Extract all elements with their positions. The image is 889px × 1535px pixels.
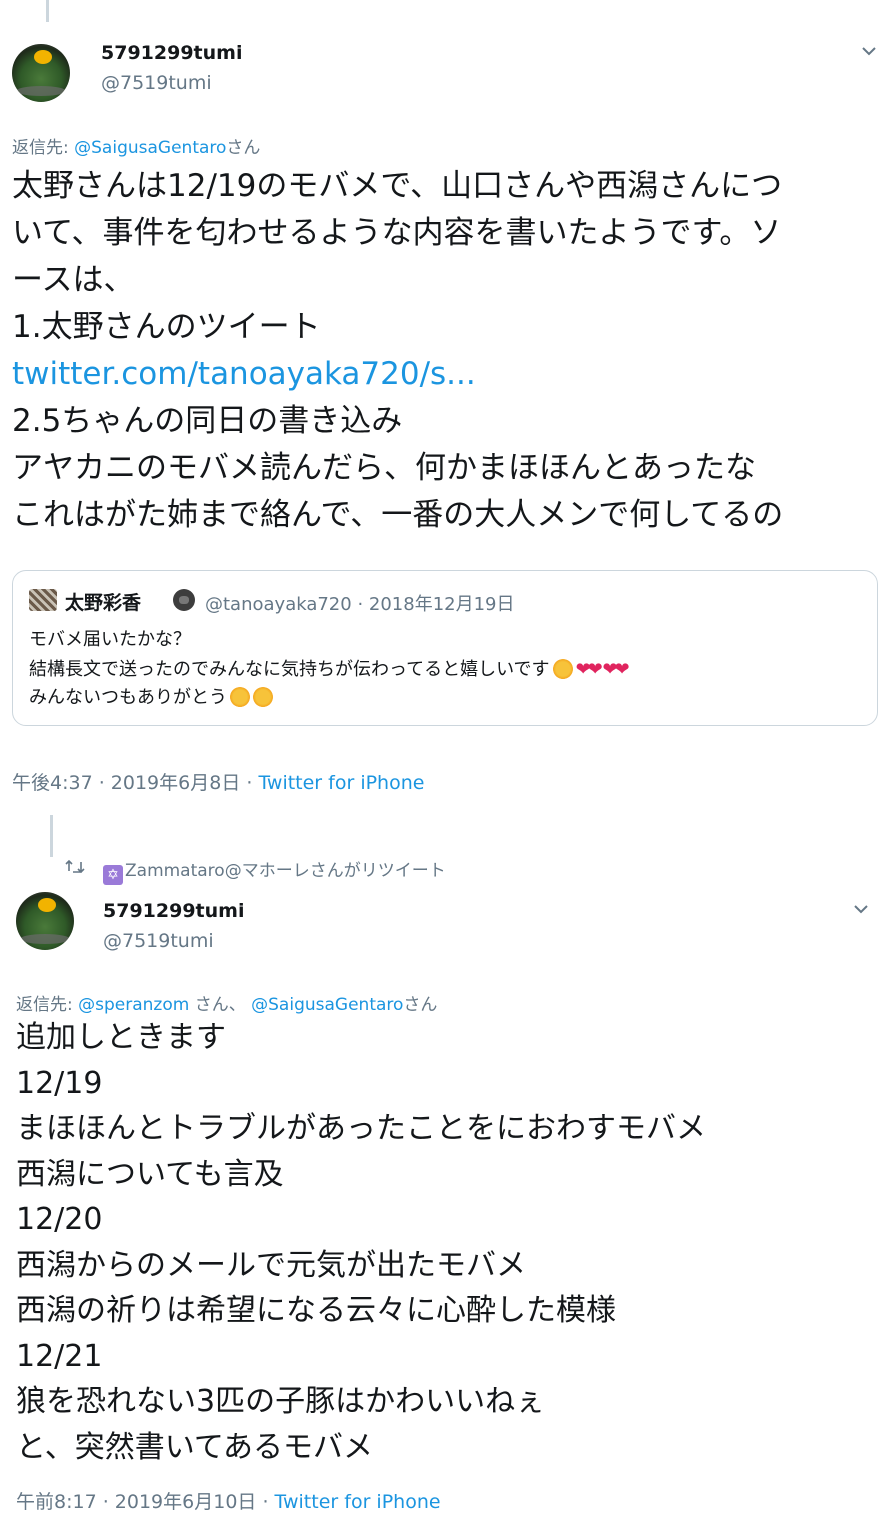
quote-text: モバメ届いたかな？: [29, 629, 191, 650]
tweet-timestamp: 午前8:17 · 2019年6月10日 · Twitter for iPhone: [16, 1487, 441, 1514]
tweet-body-line: 太野さんは12/19のモバメで、山口さんや西潟さんにつ: [12, 168, 783, 204]
chevron-down-icon[interactable]: [860, 42, 878, 60]
reply-prefix: 返信先:: [12, 138, 75, 158]
quote-meta: @tanoayaka720 · 2018年12月19日: [205, 594, 515, 615]
chevron-down-icon[interactable]: [852, 900, 870, 918]
display-name[interactable]: 5791299tumi: [103, 900, 244, 922]
reply-mid: さん、: [189, 995, 252, 1015]
tweet-body-line: 12/21: [16, 1338, 103, 1374]
tweet-body-line: 2.5ちゃんの同日の書き込み: [12, 403, 403, 439]
tweet-body-line: まほほんとトラブルがあったことをにおわすモバメ: [16, 1111, 706, 1146]
tweet-body-line: アヤカニのモバメ読んだら、何かまほほんとあったな: [12, 450, 756, 486]
tweet-link[interactable]: twitter.com/tanoayaka720/s...: [12, 351, 783, 398]
gorilla-emoji-icon: [173, 589, 195, 611]
avatar-plate: [16, 86, 66, 96]
reply-prefix: 返信先:: [16, 995, 79, 1015]
tweet-body-line: 西潟からのメールで元気が出たモバメ: [16, 1247, 526, 1283]
reply-suffix: さん: [403, 995, 438, 1015]
reply-to: 返信先: @speranzom さん、 @SaigusaGentaroさん: [16, 990, 437, 1015]
sun-emoji-icon: [230, 687, 250, 707]
tweet-body-line: と、突然書いてあるモバメ: [16, 1429, 373, 1465]
quote-text: みんないつもありがとう: [29, 687, 227, 708]
tweet-body-line: 追加しときます: [16, 1020, 226, 1055]
quote-text-line: 結構長文で送ったのでみんなに気持ちが伝わってると嬉しいです ❤❤ ❤❤: [29, 655, 630, 681]
quote-text-line: モバメ届いたかな？: [29, 625, 191, 651]
reply-mention[interactable]: @SaigusaGentaro: [74, 138, 226, 158]
tweet-timestamp: 午後4:37 · 2019年6月8日 · Twitter for iPhone: [12, 768, 424, 795]
tweet-body-line: いて、事件を匂わせるような内容を書いたようです。ソ: [12, 215, 782, 251]
tweet-body: 太野さんは12/19のモバメで、山口さんや西潟さんにつ いて、事件を匂わせるよう…: [12, 163, 783, 539]
tweet-body: 追加しときます 12/19 まほほんとトラブルがあったことをにおわすモバメ 西潟…: [16, 1015, 706, 1470]
display-name[interactable]: 5791299tumi: [101, 42, 242, 64]
tweet-body-line: ースは、: [12, 262, 135, 298]
user-handle[interactable]: @7519tumi: [103, 930, 214, 952]
tweet-body-line: 西潟の祈りは希望になる云々に心酔した模様: [16, 1293, 616, 1328]
avatar[interactable]: [12, 44, 70, 102]
tweet-source[interactable]: Twitter for iPhone: [258, 772, 424, 794]
tweet-body-line: 1.太野さんのツイート: [12, 309, 321, 345]
reply-mention[interactable]: @SaigusaGentaro: [251, 995, 403, 1015]
sun-emoji-icon: [253, 687, 273, 707]
quote-display-name: 太野彩香: [65, 592, 142, 614]
tweet-time[interactable]: 午後4:37 · 2019年6月8日 ·: [12, 772, 258, 794]
star-of-david-icon: ✡: [103, 865, 123, 885]
quoted-tweet[interactable]: 太野彩香 @tanoayaka720 · 2018年12月19日 モバメ届いたか…: [12, 570, 878, 726]
avatar-egg: [38, 898, 56, 912]
reply-mention[interactable]: @speranzom: [78, 995, 189, 1015]
avatar-egg: [34, 50, 52, 64]
retweeted-by[interactable]: ✡ Zammataro@マホーレさんがリツイート: [103, 856, 446, 885]
sun-emoji-icon: [552, 659, 573, 679]
avatar-plate: [20, 934, 70, 944]
reply-suffix: さん: [226, 138, 261, 158]
retweet-icon: [65, 859, 85, 874]
tweet-body-line: 12/19: [16, 1065, 103, 1101]
tweet-time[interactable]: 午前8:17 · 2019年6月10日 ·: [16, 1491, 275, 1513]
tweet-body-line: 西潟についても言及: [16, 1156, 284, 1192]
tweet-body-line: これはがた姉まで絡んで、一番の大人メンで何してるの: [12, 497, 784, 533]
two-hearts-emoji-icon: ❤❤ ❤❤: [575, 659, 630, 680]
user-handle[interactable]: @7519tumi: [101, 72, 212, 94]
reply-to: 返信先: @SaigusaGentaroさん: [12, 133, 260, 158]
quote-avatar: [29, 589, 57, 611]
thread-line-top: [46, 0, 49, 22]
quote-text-line: みんないつもありがとう: [29, 683, 273, 709]
tweet-body-line: 12/20: [16, 1202, 103, 1237]
avatar[interactable]: [16, 892, 74, 950]
tweet-body-line: 狼を恐れない3匹の子豚はかわいいねぇ: [16, 1384, 546, 1419]
thread-line: [50, 815, 53, 857]
quote-text: 結構長文で送ったのでみんなに気持ちが伝わってると嬉しいです: [29, 659, 550, 680]
retweeted-by-text: Zammataro@マホーレさんがリツイート: [125, 861, 446, 881]
tweet-source[interactable]: Twitter for iPhone: [275, 1491, 441, 1513]
